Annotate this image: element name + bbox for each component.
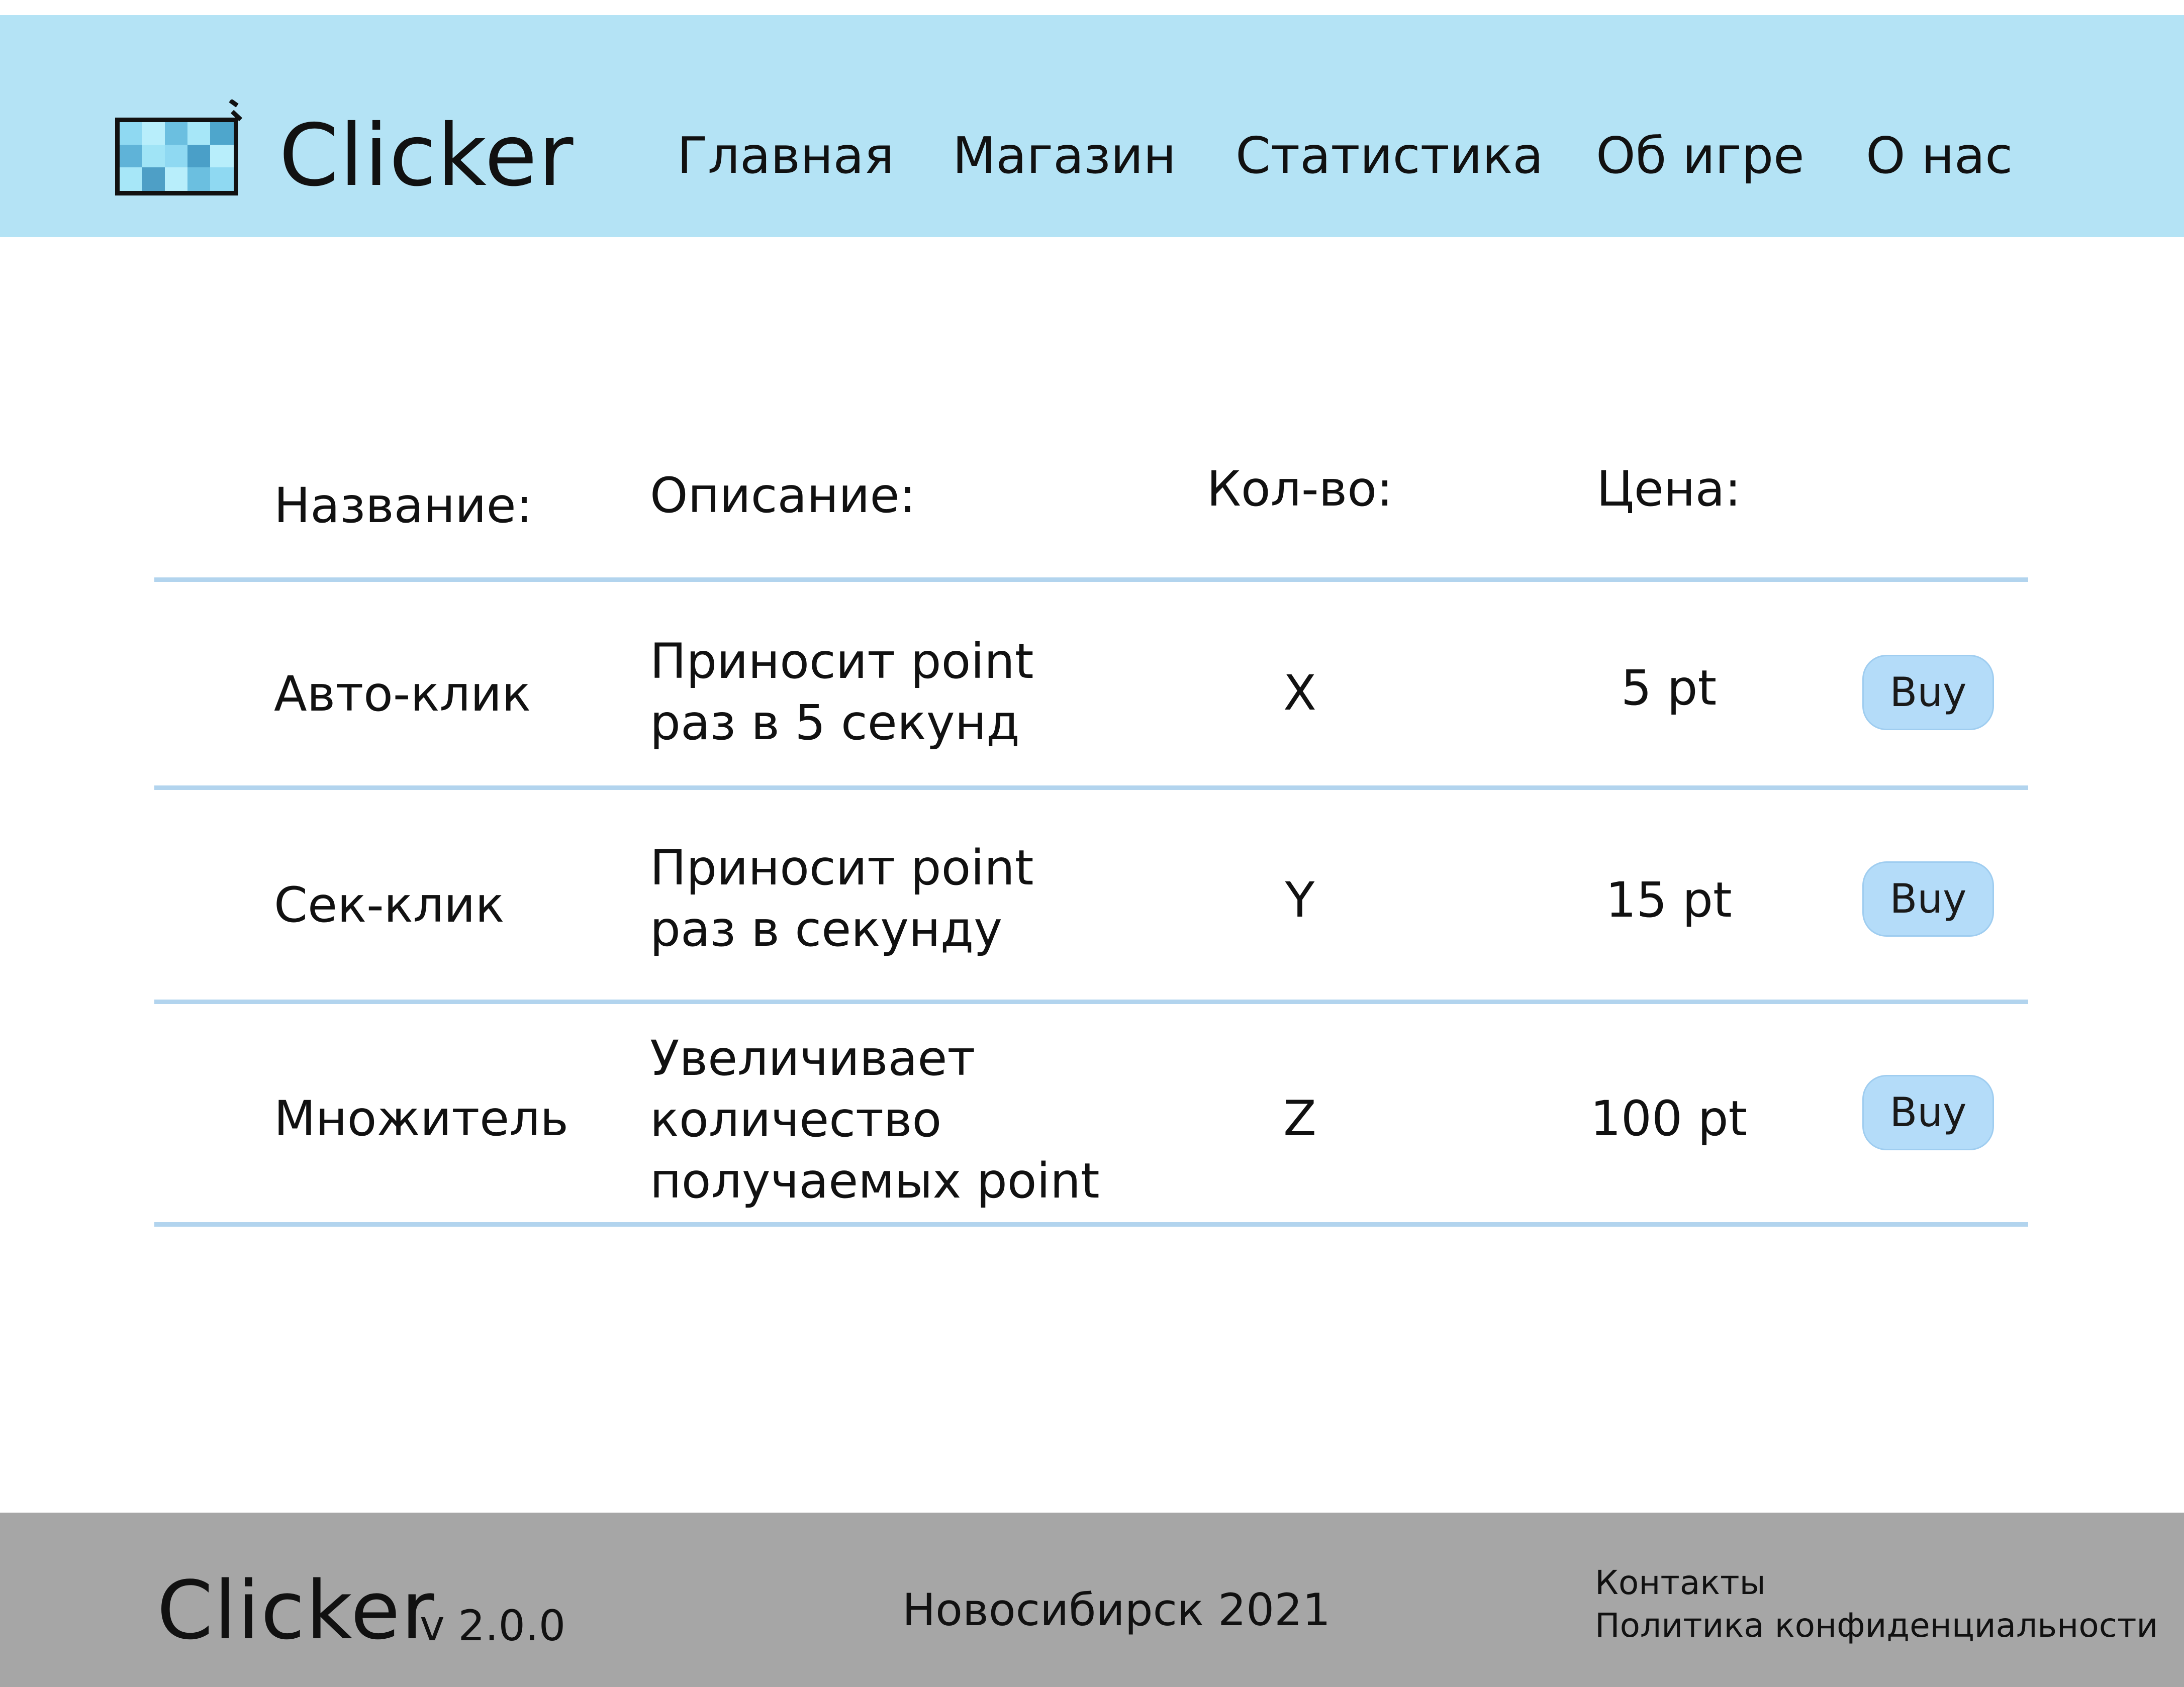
brand-title[interactable]: Clicker <box>279 106 575 206</box>
footer-brand: Clicker <box>157 1563 435 1657</box>
nav-item-statistics[interactable]: Статистика <box>1236 126 1544 186</box>
item-price: 5 pt <box>1621 660 1717 716</box>
table-divider <box>154 1222 2028 1227</box>
buy-button[interactable]: Buy <box>1862 861 1994 937</box>
nav-item-about-us[interactable]: О нас <box>1866 126 2013 186</box>
column-header-quantity: Кол-во: <box>1206 461 1393 517</box>
nav-item-about-game[interactable]: Об игре <box>1596 126 1805 186</box>
item-price: 15 pt <box>1605 872 1732 928</box>
table-divider <box>154 577 2028 582</box>
logo-icon[interactable] <box>113 98 243 202</box>
footer-city-year: Новосибирск 2021 <box>902 1584 1331 1636</box>
column-header-name: Название: <box>274 477 533 534</box>
buy-button[interactable]: Buy <box>1862 655 1994 730</box>
item-description-line: Увеличивает <box>650 1030 976 1086</box>
header-bar: Clicker Главная Магазин Статистика Об иг… <box>0 15 2184 237</box>
item-name: Множитель <box>274 1090 569 1147</box>
table-divider <box>154 1000 2028 1004</box>
nav-item-shop[interactable]: Магазин <box>953 126 1176 186</box>
item-description-line: Приносит point <box>650 840 1034 896</box>
buy-button[interactable]: Buy <box>1862 1075 1994 1150</box>
item-quantity: Z <box>1283 1090 1316 1147</box>
item-description-line: получаемых point <box>650 1153 1100 1209</box>
column-header-price: Цена: <box>1596 461 1741 517</box>
column-header-description: Описание: <box>650 467 916 524</box>
item-quantity: Y <box>1285 872 1315 928</box>
item-description-line: раз в 5 секунд <box>650 694 1020 751</box>
footer-link-contacts[interactable]: Контакты <box>1595 1563 1766 1603</box>
item-price: 100 pt <box>1590 1090 1748 1147</box>
footer-link-privacy-policy[interactable]: Политика конфиденциальности <box>1595 1606 2158 1646</box>
item-description-line: Приносит point <box>650 633 1034 689</box>
item-description-line: количество <box>650 1091 942 1148</box>
item-description-line: раз в секунду <box>650 901 1003 957</box>
item-name: Авто-клик <box>274 666 531 722</box>
table-divider <box>154 785 2028 790</box>
nav-item-home[interactable]: Главная <box>677 126 894 186</box>
footer-bar: Clicker v 2.0.0 Новосибирск 2021 Контакт… <box>0 1513 2184 1687</box>
item-name: Сек-клик <box>274 877 505 933</box>
page: Clicker Главная Магазин Статистика Об иг… <box>0 0 2184 1687</box>
version-label: v 2.0.0 <box>420 1601 566 1650</box>
item-quantity: X <box>1283 665 1316 721</box>
